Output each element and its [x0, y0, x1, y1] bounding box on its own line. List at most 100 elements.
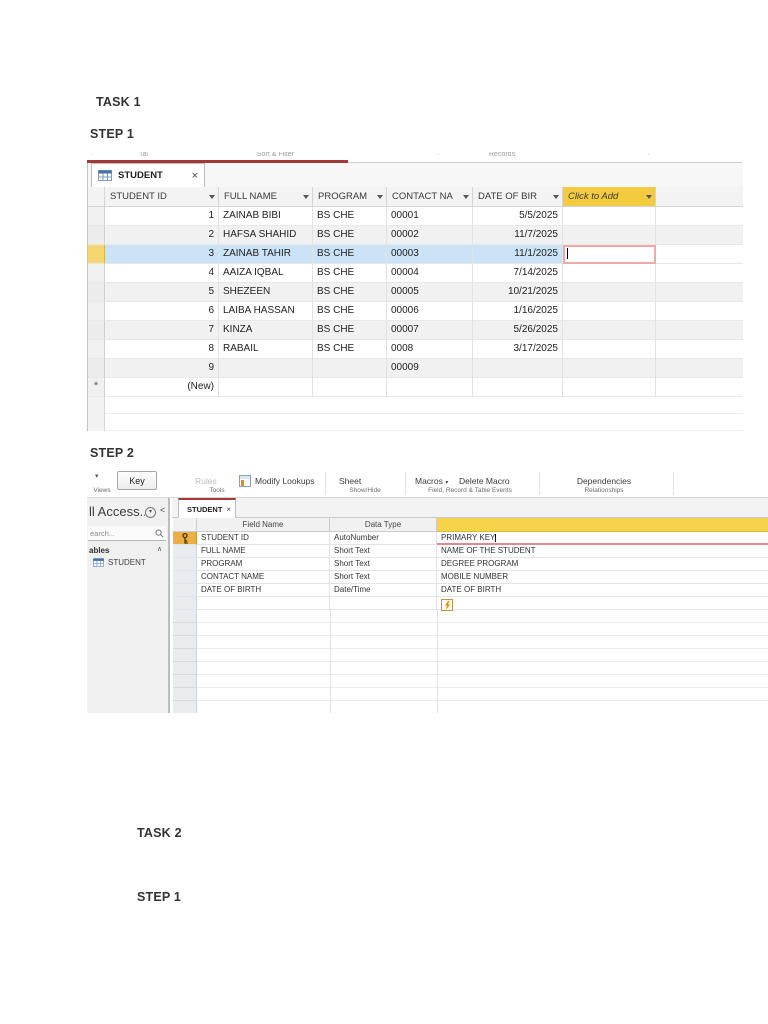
cell-contact[interactable]: 00001 — [387, 207, 473, 226]
cell-dob[interactable]: 3/17/2025 — [473, 340, 563, 359]
column-header-student-id[interactable]: STUDENT ID — [105, 187, 219, 206]
description-cell[interactable]: NAME OF THE STUDENT — [437, 545, 768, 558]
data-type-cell[interactable]: Short Text — [330, 571, 437, 584]
cell-contact[interactable]: 00006 — [387, 302, 473, 321]
cell-program[interactable] — [313, 378, 387, 397]
record-selector[interactable] — [88, 283, 105, 302]
cell-click-to-add[interactable] — [563, 283, 656, 302]
cell-full-name[interactable]: ZAINAB BIBI — [219, 207, 313, 226]
shutter-bar-icon[interactable]: < — [160, 505, 165, 515]
chevron-down-icon[interactable] — [377, 195, 383, 199]
cell-contact[interactable]: 0008 — [387, 340, 473, 359]
cell-click-to-add[interactable] — [563, 302, 656, 321]
cell-program[interactable]: BS CHE — [313, 321, 387, 340]
cell-contact[interactable]: 00004 — [387, 264, 473, 283]
description-cell[interactable]: MOBILE NUMBER — [437, 571, 768, 584]
description-cell[interactable]: DEGREE PROGRAM — [437, 558, 768, 571]
cell-full-name[interactable]: SHEZEEN — [219, 283, 313, 302]
chevron-down-icon[interactable] — [463, 195, 469, 199]
row-selector-primary-key[interactable] — [173, 532, 197, 545]
cell-program[interactable]: BS CHE — [313, 340, 387, 359]
row-selector[interactable] — [173, 584, 197, 597]
cell-full-name[interactable]: AAIZA IQBAL — [219, 264, 313, 283]
close-icon[interactable]: × — [226, 505, 231, 514]
cell-click-to-add[interactable] — [563, 359, 656, 378]
description-cell[interactable]: DATE OF BIRTH — [437, 584, 768, 597]
chevron-down-icon[interactable] — [303, 195, 309, 199]
select-all-corner[interactable] — [88, 187, 105, 206]
cell-student-id[interactable]: 3 — [105, 245, 219, 264]
close-icon[interactable]: × — [192, 170, 198, 182]
cell-contact[interactable] — [387, 378, 473, 397]
cell-full-name[interactable]: LAIBA HASSAN — [219, 302, 313, 321]
chevron-down-icon[interactable] — [646, 195, 652, 199]
record-selector[interactable] — [88, 340, 105, 359]
modify-lookups-button[interactable]: Modify Lookups — [255, 476, 315, 486]
cell-dob[interactable]: 10/21/2025 — [473, 283, 563, 302]
cell-program[interactable]: BS CHE — [313, 207, 387, 226]
cell-click-to-add[interactable] — [563, 264, 656, 283]
row-selector[interactable] — [173, 558, 197, 571]
field-name-cell[interactable]: FULL NAME — [197, 545, 330, 558]
data-type-cell[interactable]: Short Text — [330, 558, 437, 571]
tab-student[interactable]: STUDENT × — [178, 498, 236, 518]
cell-click-to-add-active[interactable] — [563, 245, 656, 264]
data-type-cell[interactable] — [330, 597, 437, 610]
views-dropdown-icon[interactable]: ▾ — [95, 472, 99, 480]
description-header-highlighted[interactable] — [437, 518, 768, 532]
column-header-program[interactable]: PROGRAM — [313, 187, 387, 206]
cell-student-id[interactable]: 4 — [105, 264, 219, 283]
data-type-header[interactable]: Data Type — [330, 518, 437, 532]
cell-program[interactable]: BS CHE — [313, 226, 387, 245]
sidebar-item-student[interactable]: STUDENT — [93, 558, 146, 567]
field-name-cell[interactable]: STUDENT ID — [197, 532, 330, 545]
record-selector[interactable] — [88, 359, 105, 378]
cell-dob[interactable] — [473, 359, 563, 378]
cell-contact[interactable]: 00003 — [387, 245, 473, 264]
field-name-cell[interactable]: CONTACT NAME — [197, 571, 330, 584]
cell-full-name[interactable]: KINZA — [219, 321, 313, 340]
description-cell[interactable] — [437, 597, 768, 610]
cell-contact[interactable]: 00009 — [387, 359, 473, 378]
cell-program[interactable]: BS CHE — [313, 283, 387, 302]
column-header-click-to-add[interactable]: Click to Add — [563, 187, 656, 206]
column-header-date-of-birth[interactable]: DATE OF BIR — [473, 187, 563, 206]
dependencies-button[interactable]: Dependencies — [539, 476, 669, 486]
chevron-down-icon[interactable] — [209, 195, 215, 199]
record-selector[interactable] — [88, 226, 105, 245]
record-selector[interactable] — [88, 207, 105, 226]
cell-program[interactable] — [313, 359, 387, 378]
property-sheet-button[interactable]: Sheet — [339, 476, 361, 486]
data-type-cell[interactable]: AutoNumber — [330, 532, 437, 545]
chevron-down-icon[interactable] — [553, 195, 559, 199]
delete-macro-button[interactable]: Delete Macro — [459, 476, 510, 486]
cell-full-name[interactable]: ZAINAB TAHIR — [219, 245, 313, 264]
cell-student-id[interactable]: 6 — [105, 302, 219, 321]
cell-click-to-add[interactable] — [563, 340, 656, 359]
description-cell-active[interactable]: PRIMARY KEY — [437, 532, 768, 545]
field-name-cell[interactable] — [197, 597, 330, 610]
cell-dob[interactable]: 5/5/2025 — [473, 207, 563, 226]
record-selector[interactable] — [88, 302, 105, 321]
cell-full-name[interactable]: HAFSA SHAHID — [219, 226, 313, 245]
nav-menu-icon[interactable]: ▾ — [145, 507, 156, 518]
cell-student-id[interactable]: 2 — [105, 226, 219, 245]
record-selector[interactable] — [88, 321, 105, 340]
search-input[interactable]: earch... — [88, 526, 166, 541]
cell-full-name[interactable] — [219, 359, 313, 378]
collapse-chevron-icon[interactable]: ∧ — [157, 545, 162, 553]
field-name-cell[interactable]: DATE OF BIRTH — [197, 584, 330, 597]
cell-program[interactable]: BS CHE — [313, 302, 387, 321]
cell-student-id[interactable]: 7 — [105, 321, 219, 340]
field-name-cell[interactable]: PROGRAM — [197, 558, 330, 571]
cell-dob[interactable]: 1/16/2025 — [473, 302, 563, 321]
cell-student-id[interactable]: 9 — [105, 359, 219, 378]
cell-full-name[interactable]: RABAIL — [219, 340, 313, 359]
cell-click-to-add[interactable] — [563, 321, 656, 340]
cell-dob[interactable]: 11/1/2025 — [473, 245, 563, 264]
row-selector[interactable] — [173, 571, 197, 584]
tables-group-header[interactable]: ables — [89, 546, 109, 555]
cell-full-name[interactable] — [219, 378, 313, 397]
cell-dob[interactable] — [473, 378, 563, 397]
search-icon[interactable] — [155, 529, 164, 538]
